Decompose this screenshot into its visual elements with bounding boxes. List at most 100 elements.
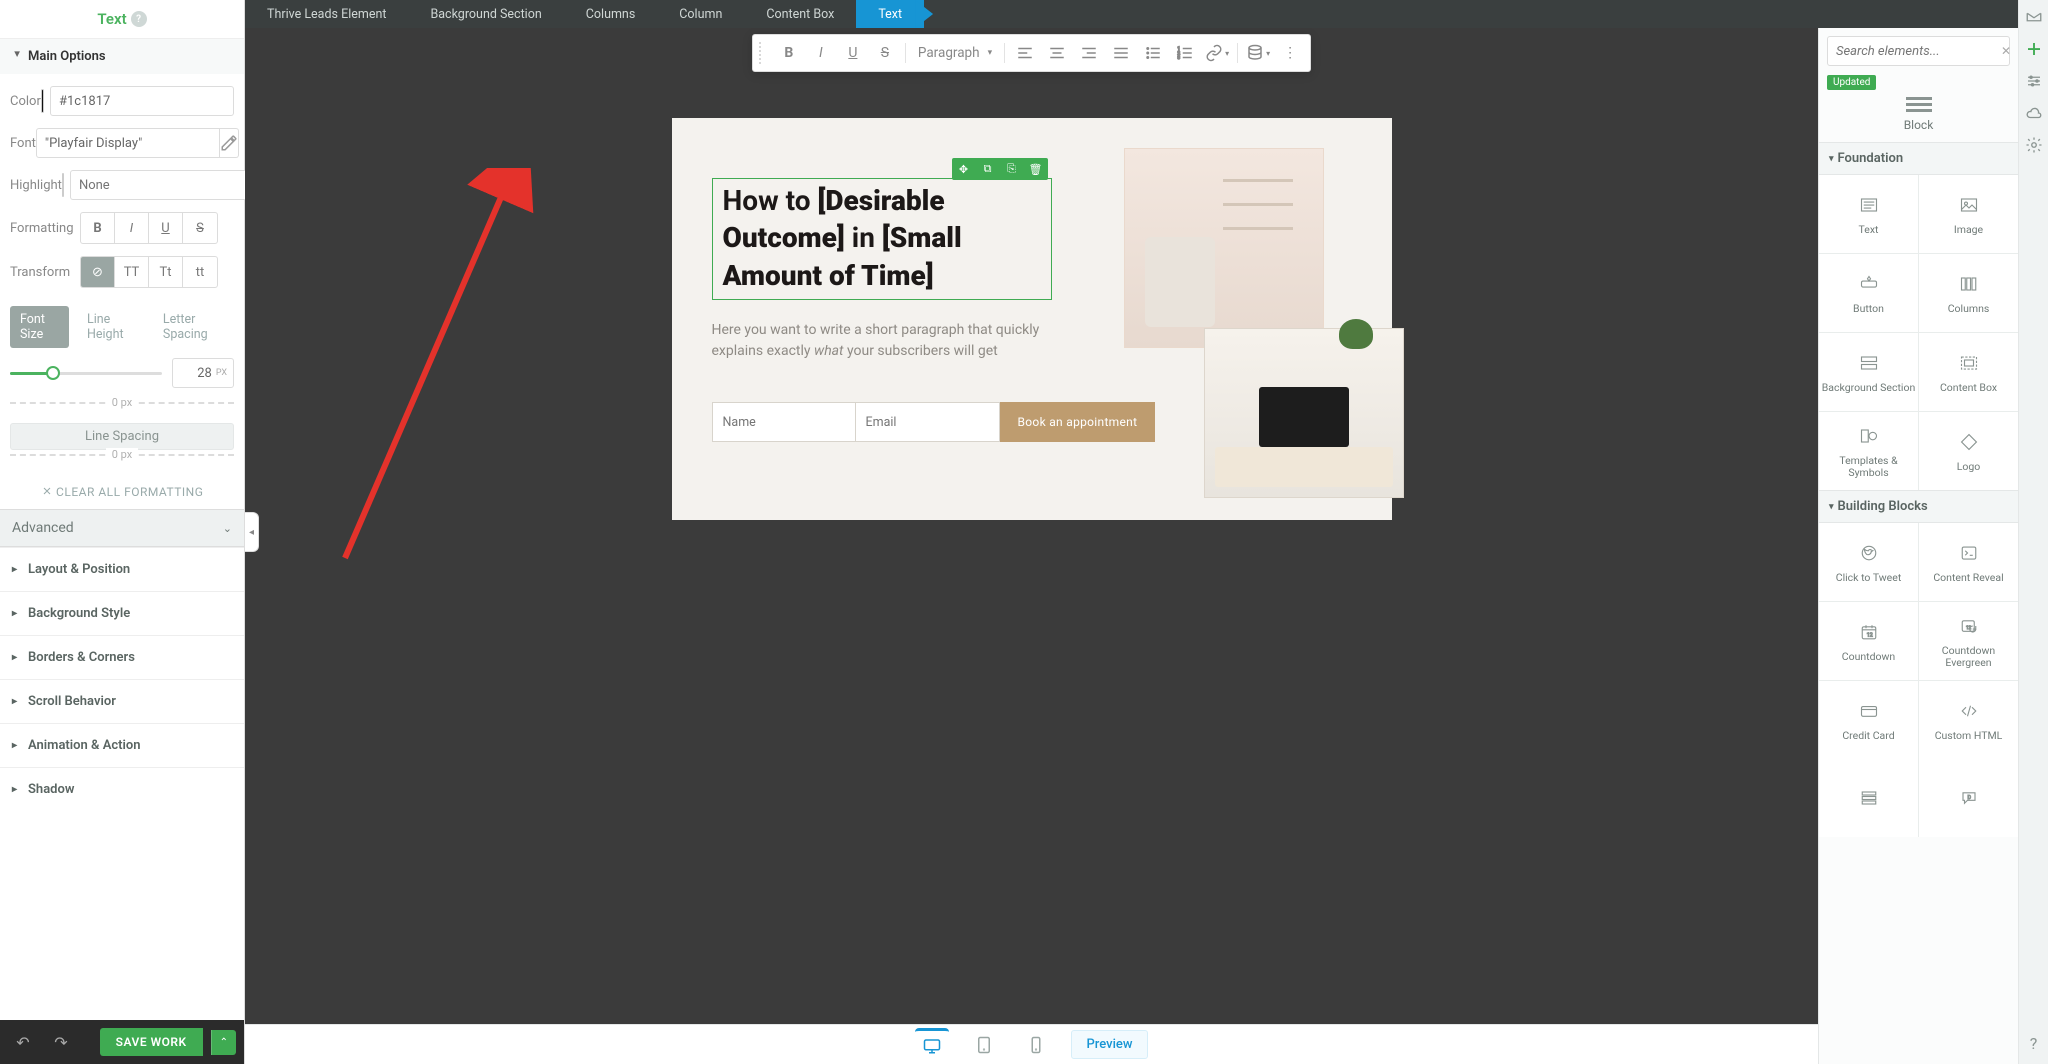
close-icon[interactable]: ✕ — [2001, 44, 2011, 58]
align-left-icon[interactable] — [1011, 39, 1039, 67]
mail-icon[interactable] — [2023, 6, 2045, 28]
pencil-icon[interactable] — [220, 128, 239, 158]
redo-button[interactable]: ↷ — [46, 1027, 76, 1057]
device-mobile-icon[interactable] — [1019, 1028, 1053, 1062]
align-center-icon[interactable] — [1043, 39, 1071, 67]
section-main-options-label: Main Options — [28, 49, 106, 64]
section-building-blocks[interactable]: ▾Building Blocks — [1819, 490, 2018, 523]
strike-button[interactable]: S — [183, 213, 217, 243]
crumb-background-section[interactable]: Background Section — [408, 0, 563, 28]
el-content-box[interactable]: Content Box — [1919, 333, 2018, 411]
database-icon[interactable]: ▾ — [1244, 39, 1272, 67]
color-input[interactable] — [50, 86, 234, 116]
list-ol-icon[interactable]: 123 — [1171, 39, 1199, 67]
section-main-options[interactable]: ▸ Main Options — [0, 38, 244, 74]
el-logo[interactable]: Logo — [1919, 412, 2018, 490]
section-borders[interactable]: ▸Borders & Corners — [0, 635, 244, 679]
el-button[interactable]: Button — [1819, 254, 1918, 332]
align-right-icon[interactable] — [1075, 39, 1103, 67]
advanced-toggle[interactable]: Advanced ⌄ — [0, 509, 244, 547]
el-text[interactable]: Text — [1819, 175, 1918, 253]
tab-line-height[interactable]: Line Height — [77, 306, 145, 348]
tab-font-size[interactable]: Font Size — [10, 306, 69, 348]
name-field[interactable] — [712, 402, 856, 442]
section-foundation[interactable]: ▾Foundation — [1819, 142, 2018, 175]
link-icon[interactable]: ▾ — [1203, 39, 1231, 67]
el-credit-card[interactable]: Credit Card — [1819, 681, 1918, 759]
plus-icon[interactable] — [2023, 38, 2045, 60]
paragraph-select[interactable]: Paragraph▾ — [912, 39, 998, 67]
el-click-tweet[interactable]: Click to Tweet — [1819, 523, 1918, 601]
device-desktop-icon[interactable] — [915, 1028, 949, 1062]
save-more-button[interactable]: ⌃ — [211, 1030, 236, 1055]
svg-text:3: 3 — [1178, 55, 1181, 61]
el-countdown[interactable]: 12Countdown — [1819, 602, 1918, 680]
line-spacing-button[interactable]: Line Spacing — [10, 423, 234, 450]
highlight-input[interactable] — [70, 170, 254, 200]
section-background[interactable]: ▸Background Style — [0, 591, 244, 635]
image-collage — [1124, 148, 1384, 488]
section-shadow[interactable]: ▸Shadow — [0, 767, 244, 811]
crumb-thrive-leads[interactable]: Thrive Leads Element — [245, 0, 408, 28]
strike-button[interactable]: S — [871, 39, 899, 67]
bold-button[interactable]: B — [775, 39, 803, 67]
move-icon[interactable]: ✥ — [952, 158, 976, 180]
font-input[interactable] — [36, 128, 220, 158]
duplicate-icon[interactable]: ⧉ — [976, 158, 1000, 180]
device-tablet-icon[interactable] — [967, 1028, 1001, 1062]
tab-letter-spacing[interactable]: Letter Spacing — [153, 306, 234, 348]
italic-button[interactable]: I — [115, 213, 149, 243]
clear-formatting-button[interactable]: CLEAR ALL FORMATTING — [0, 475, 244, 509]
underline-button[interactable]: U — [839, 39, 867, 67]
list-ul-icon[interactable] — [1139, 39, 1167, 67]
el-templates[interactable]: Templates & Symbols — [1819, 412, 1918, 490]
slider-thumb[interactable] — [46, 366, 60, 380]
crumb-column[interactable]: Column — [657, 0, 744, 28]
copy-icon[interactable]: ⎘ — [1000, 158, 1024, 180]
email-field[interactable] — [856, 402, 1000, 442]
block-element[interactable]: Block — [1819, 94, 2018, 132]
help-icon[interactable]: ? — [131, 11, 147, 27]
help-icon[interactable]: ? — [2023, 1032, 2045, 1054]
el-bg-section[interactable]: Background Section — [1819, 333, 1918, 411]
el-content-reveal[interactable]: Content Reveal — [1919, 523, 2018, 601]
body-text[interactable]: Here you want to write a short paragraph… — [712, 320, 1052, 362]
crumb-columns[interactable]: Columns — [564, 0, 658, 28]
panel-collapse-handle[interactable]: ◂ — [245, 512, 259, 552]
headline-text[interactable]: How to [Desirable Outcome] in [Small Amo… — [712, 178, 1052, 300]
trash-icon[interactable]: 🗑 — [1024, 158, 1048, 180]
search-input-wrapper: ✕ — [1827, 36, 2010, 66]
crumb-content-box[interactable]: Content Box — [744, 0, 856, 28]
cloud-icon[interactable] — [2023, 102, 2045, 124]
undo-button[interactable]: ↶ — [8, 1027, 38, 1057]
transform-lower-button[interactable]: tt — [183, 257, 217, 287]
italic-button[interactable]: I — [807, 39, 835, 67]
el-columns[interactable]: Columns — [1919, 254, 2018, 332]
align-justify-icon[interactable] — [1107, 39, 1135, 67]
font-size-slider[interactable] — [10, 372, 162, 375]
section-layout[interactable]: ▸Layout & Position — [0, 547, 244, 591]
preview-button[interactable]: Preview — [1071, 1030, 1147, 1059]
sliders-icon[interactable] — [2023, 70, 2045, 92]
el-extra-b[interactable]: D — [1919, 759, 2018, 837]
transform-none-button[interactable]: ⊘ — [81, 257, 115, 287]
section-animation[interactable]: ▸Animation & Action — [0, 723, 244, 767]
search-input[interactable] — [1836, 44, 2001, 59]
transform-title-button[interactable]: Tt — [149, 257, 183, 287]
highlight-swatch[interactable] — [62, 173, 64, 197]
el-image[interactable]: Image — [1919, 175, 2018, 253]
bold-button[interactable]: B — [81, 213, 115, 243]
gear-icon[interactable] — [2023, 134, 2045, 156]
el-countdown-eg[interactable]: 12Countdown Evergreen — [1919, 602, 2018, 680]
underline-button[interactable]: U — [149, 213, 183, 243]
el-extra-a[interactable] — [1819, 759, 1918, 837]
more-icon[interactable]: ⋮ — [1276, 39, 1304, 67]
color-swatch[interactable] — [41, 89, 44, 113]
section-scroll[interactable]: ▸Scroll Behavior — [0, 679, 244, 723]
save-button[interactable]: SAVE WORK — [100, 1028, 203, 1056]
transform-upper-button[interactable]: TT — [115, 257, 149, 287]
drag-handle-icon[interactable] — [759, 42, 767, 64]
el-custom-html[interactable]: Custom HTML — [1919, 681, 2018, 759]
font-size-input[interactable]: 28 PX — [172, 358, 234, 388]
crumb-text[interactable]: Text — [856, 0, 924, 28]
